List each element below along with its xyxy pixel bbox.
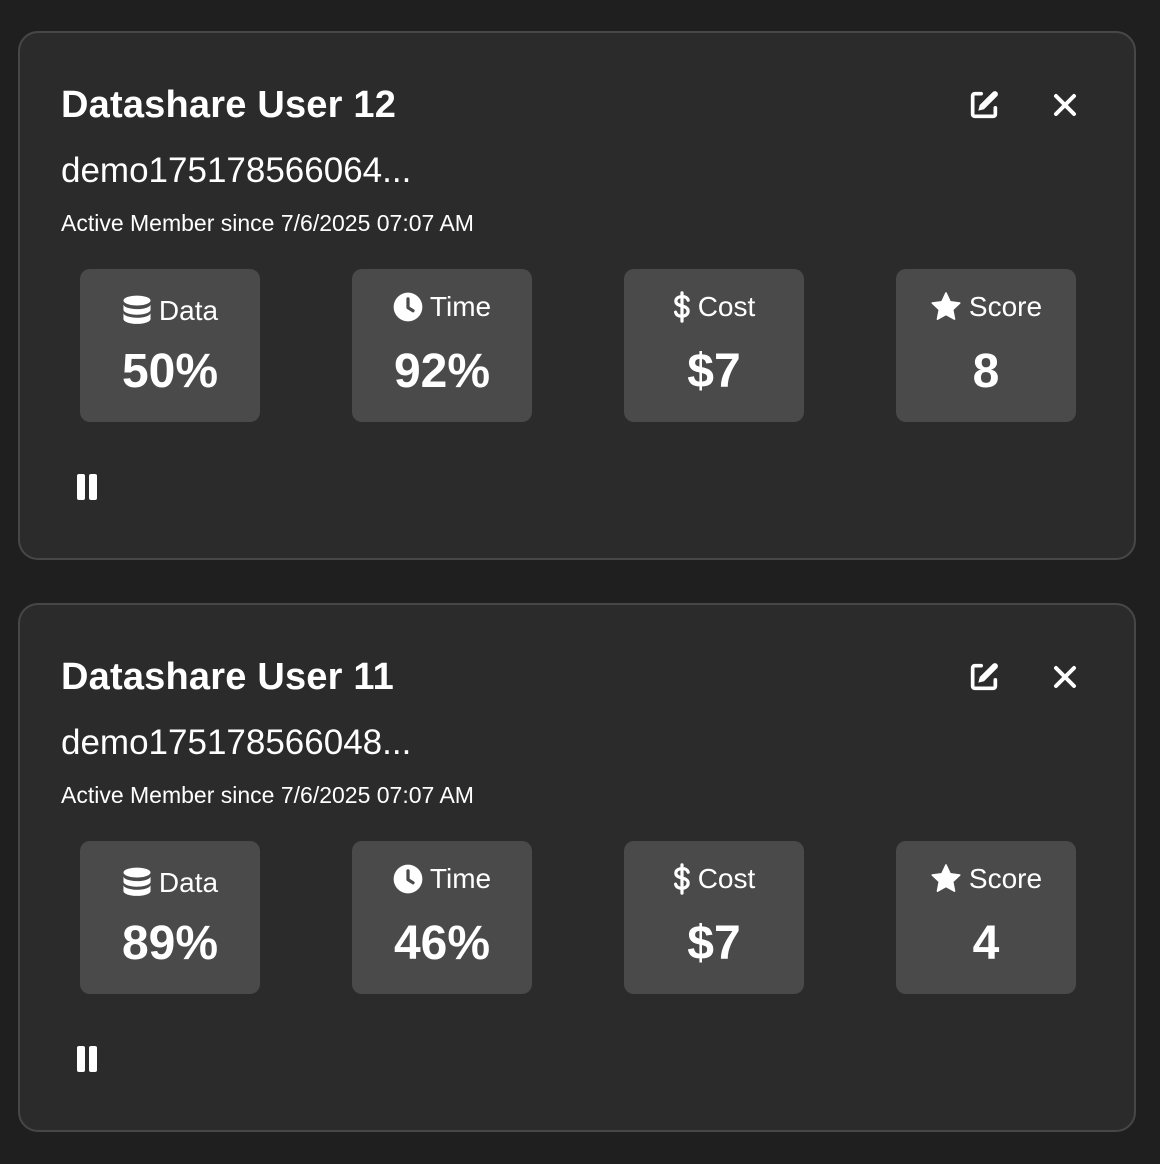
user-id: demo175178566048... <box>61 723 412 762</box>
close-button[interactable] <box>1045 85 1085 125</box>
stat-time: Time 92% <box>352 269 532 422</box>
stat-time: Time 46% <box>352 841 532 994</box>
database-icon <box>123 867 151 896</box>
close-icon <box>1054 94 1076 116</box>
close-button[interactable] <box>1045 657 1085 697</box>
pause-button[interactable] <box>72 1041 102 1077</box>
edit-button[interactable] <box>964 657 1004 697</box>
database-icon <box>123 295 151 324</box>
stat-score: Score 8 <box>896 269 1076 422</box>
pause-button[interactable] <box>72 469 102 505</box>
star-icon <box>931 864 961 892</box>
stat-value: 50% <box>121 345 219 398</box>
stat-value: $7 <box>687 345 741 398</box>
edit-button[interactable] <box>964 85 1004 125</box>
user-card: Datashare User 11 demo175178566048... Ac… <box>18 603 1136 1132</box>
stat-label: Time <box>429 291 492 322</box>
pause-icon <box>77 1046 97 1072</box>
stat-score: Score 4 <box>896 841 1076 994</box>
member-since: Active Member since 7/6/2025 07:07 AM <box>61 210 474 236</box>
stat-value: $7 <box>687 917 741 970</box>
stat-label: Cost <box>697 291 756 322</box>
stat-label: Time <box>429 863 492 894</box>
stat-label: Data <box>158 867 219 898</box>
pause-icon <box>77 474 97 500</box>
user-id: demo175178566064... <box>61 151 412 190</box>
stat-label: Score <box>968 863 1043 894</box>
stat-label: Cost <box>697 863 756 894</box>
user-card: Datashare User 12 demo175178566064... Ac… <box>18 31 1136 560</box>
stat-value: 4 <box>972 917 1000 970</box>
edit-icon <box>970 91 998 119</box>
stat-value: 46% <box>393 917 491 970</box>
close-icon <box>1054 666 1076 688</box>
dollar-icon <box>673 863 690 895</box>
clock-icon <box>393 292 423 322</box>
stat-data: Data 89% <box>80 841 260 994</box>
stat-cost: Cost $7 <box>624 269 804 422</box>
clock-icon <box>393 864 423 894</box>
stat-cost: Cost $7 <box>624 841 804 994</box>
stat-data: Data 50% <box>80 269 260 422</box>
star-icon <box>931 292 961 320</box>
stat-value: 89% <box>121 917 219 970</box>
stat-value: 8 <box>972 345 1000 398</box>
card-title: Datashare User 12 <box>61 84 397 126</box>
stat-label: Score <box>968 291 1043 322</box>
stat-label: Data <box>158 295 219 326</box>
member-since: Active Member since 7/6/2025 07:07 AM <box>61 782 474 808</box>
card-title: Datashare User 11 <box>61 656 394 698</box>
stat-value: 92% <box>393 345 491 398</box>
dollar-icon <box>673 291 690 323</box>
edit-icon <box>970 663 998 691</box>
